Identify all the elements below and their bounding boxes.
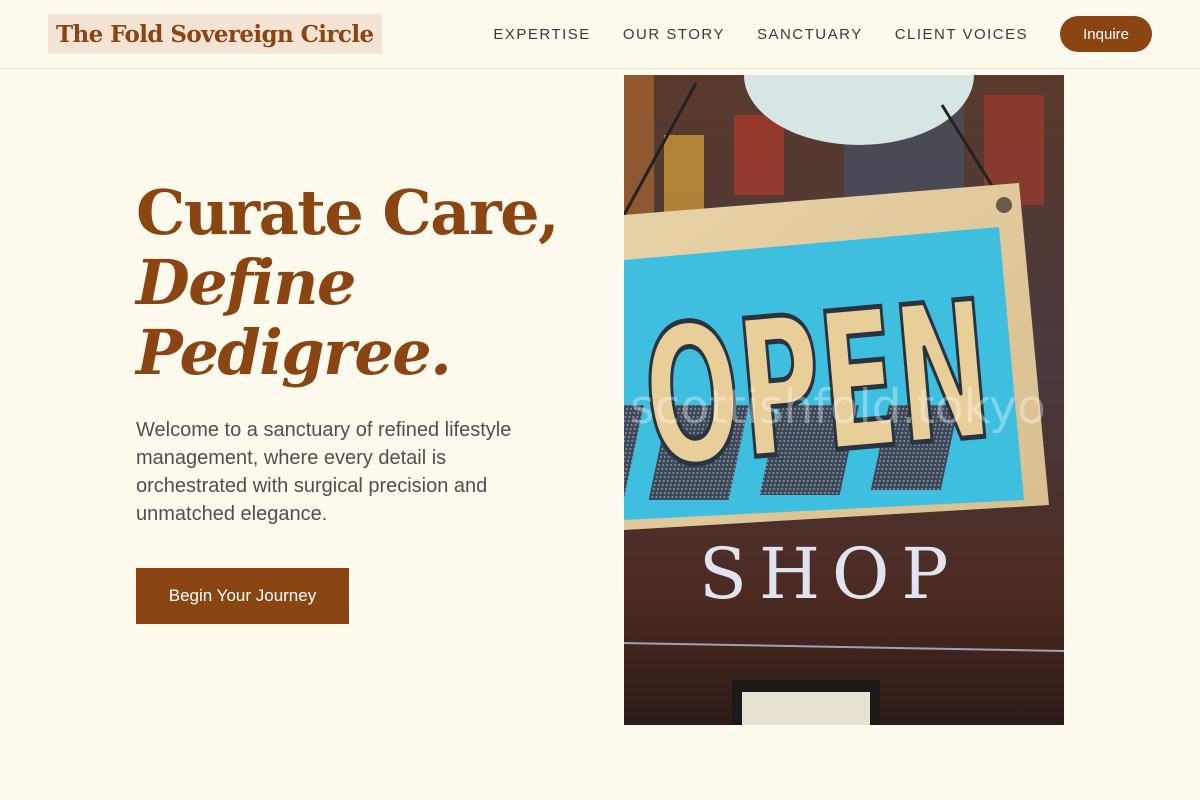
hero-title-line-2: Define xyxy=(136,246,356,319)
nav-item-sanctuary[interactable]: SANCTUARY xyxy=(757,26,863,43)
watermark-text: scottishfold.tokyo xyxy=(630,380,1046,435)
hero-title-line-3: Pedigree. xyxy=(136,316,452,389)
hero-title: Curate Care, Define Pedigree. xyxy=(136,178,586,388)
open-shop-sign-photo: OPEN SHOP scottishfold.tokyo xyxy=(624,75,1064,725)
brand-logo[interactable]: The Fold Sovereign Circle xyxy=(48,14,382,54)
shop-door-text: SHOP xyxy=(699,533,961,615)
nav-item-client-voices[interactable]: CLIENT VOICES xyxy=(895,26,1028,43)
hero-title-line-1: Curate Care, xyxy=(136,176,560,249)
nav-item-our-story[interactable]: OUR STORY xyxy=(623,26,725,43)
begin-journey-button[interactable]: Begin Your Journey xyxy=(136,568,349,624)
main-nav: EXPERTISE OUR STORY SANCTUARY CLIENT VOI… xyxy=(493,16,1152,52)
hero-image: OPEN SHOP scottishfold.tokyo xyxy=(624,75,1064,725)
site-header: The Fold Sovereign Circle EXPERTISE OUR … xyxy=(0,0,1200,69)
nav-item-expertise[interactable]: EXPERTISE xyxy=(493,26,590,43)
inquire-button[interactable]: Inquire xyxy=(1060,16,1152,52)
hero-description: Welcome to a sanctuary of refined lifest… xyxy=(136,419,512,525)
